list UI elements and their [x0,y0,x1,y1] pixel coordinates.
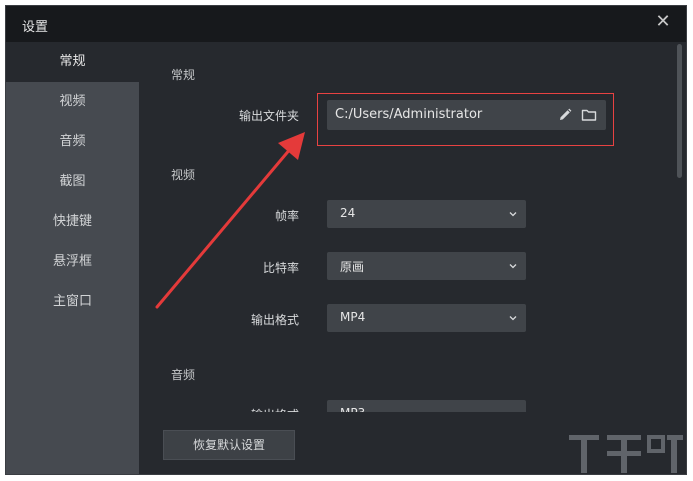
bitrate-value: 原画 [340,260,365,274]
video-format-label: 输出格式 [250,313,299,327]
sidebar-item-floating-box[interactable]: 悬浮框 [6,242,139,282]
bitrate-label: 比特率 [262,261,299,275]
title-bar: 设置 ✕ [6,6,686,42]
reset-defaults-button[interactable]: 恢复默认设置 [163,430,295,460]
chevron-down-icon [509,316,517,321]
video-format-value: MP4 [340,310,366,324]
section-title-general: 常规 [171,68,196,82]
sidebar-item-hotkeys[interactable]: 快捷键 [6,202,139,242]
fps-label: 帧率 [274,209,299,223]
window-title: 设置 [22,20,49,35]
sidebar-item-screenshot[interactable]: 截图 [6,162,139,202]
sidebar-item-video[interactable]: 视频 [6,82,139,122]
output-folder-highlight-box [317,93,614,146]
settings-content: 常规 输出文件夹 C:/Users/Administrator 视频 帧率 24 [139,42,669,474]
close-icon[interactable]: ✕ [654,13,672,31]
settings-window: 设置 ✕ 常规 视频 音频 截图 快捷键 悬浮框 主窗口 常规 输出文件夹 C:… [5,5,687,475]
sidebar-item-general[interactable]: 常规 [6,42,139,82]
section-title-audio: 音频 [171,368,196,382]
settings-sidebar: 常规 视频 音频 截图 快捷键 悬浮框 主窗口 [6,42,139,474]
bitrate-select[interactable]: 原画 [327,252,526,280]
watermark-logo [569,435,683,473]
output-folder-label: 输出文件夹 [238,109,299,123]
sidebar-item-main-window[interactable]: 主窗口 [6,282,139,322]
section-title-video: 视频 [171,168,196,182]
sidebar-item-audio[interactable]: 音频 [6,122,139,162]
chevron-down-icon [509,212,517,217]
chevron-down-icon [509,264,517,269]
vertical-scrollbar[interactable] [677,44,682,178]
fps-value: 24 [340,206,356,220]
fps-select[interactable]: 24 [327,200,526,228]
video-format-select[interactable]: MP4 [327,304,526,332]
